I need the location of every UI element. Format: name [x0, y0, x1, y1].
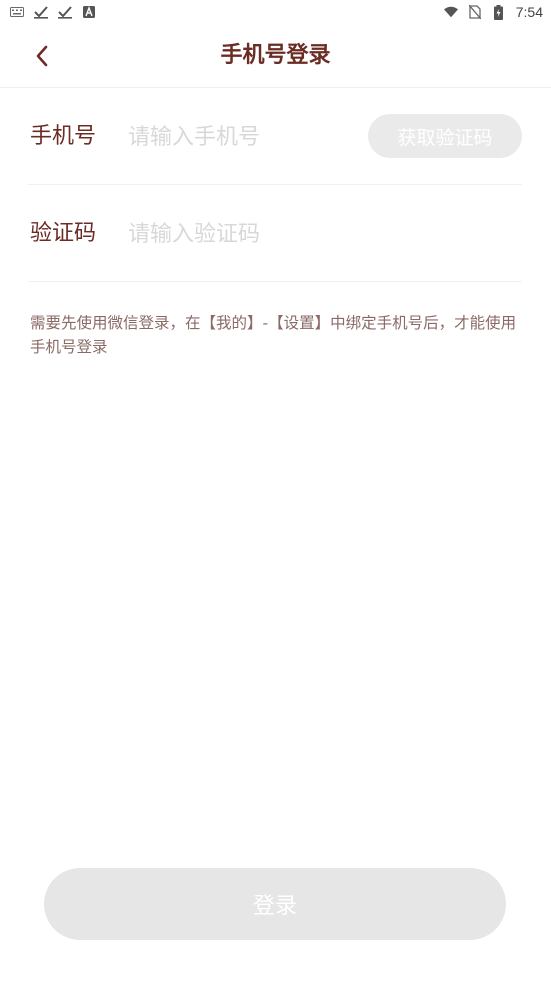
code-row: 验证码 — [28, 186, 522, 282]
check-icon — [34, 5, 48, 19]
phone-input[interactable] — [128, 113, 358, 161]
code-input[interactable] — [128, 210, 508, 258]
get-code-button[interactable]: 获取验证码 — [368, 114, 522, 158]
back-button[interactable] — [24, 38, 60, 74]
phone-label: 手机号 — [30, 124, 97, 149]
chevron-left-icon — [36, 45, 48, 67]
phone-row: 手机号 获取验证码 — [28, 89, 522, 185]
header: 手机号登录 — [0, 24, 551, 88]
wifi-icon — [443, 5, 458, 19]
status-bar: 7:54 — [0, 0, 551, 24]
status-time: 7:54 — [515, 4, 543, 20]
status-left-icons — [10, 5, 96, 19]
page-title: 手机号登录 — [220, 43, 331, 68]
bind-phone-hint: 需要先使用微信登录，在【我的】-【设置】中绑定手机号后，才能使用手机号登录 — [30, 314, 517, 356]
code-label: 验证码 — [30, 221, 97, 246]
login-button[interactable]: 登录 — [44, 868, 506, 940]
phone-login-screen: 7:54 手机号登录 手机号 获取验证码 验证码 需要先使用微信登录，在【我的】… — [0, 0, 551, 985]
check-icon — [58, 5, 72, 19]
status-right-icons: 7:54 — [443, 4, 543, 20]
keyboard-icon — [10, 5, 24, 19]
app-a-icon — [82, 5, 96, 19]
battery-charging-icon — [492, 4, 506, 20]
no-sim-icon — [468, 5, 482, 19]
